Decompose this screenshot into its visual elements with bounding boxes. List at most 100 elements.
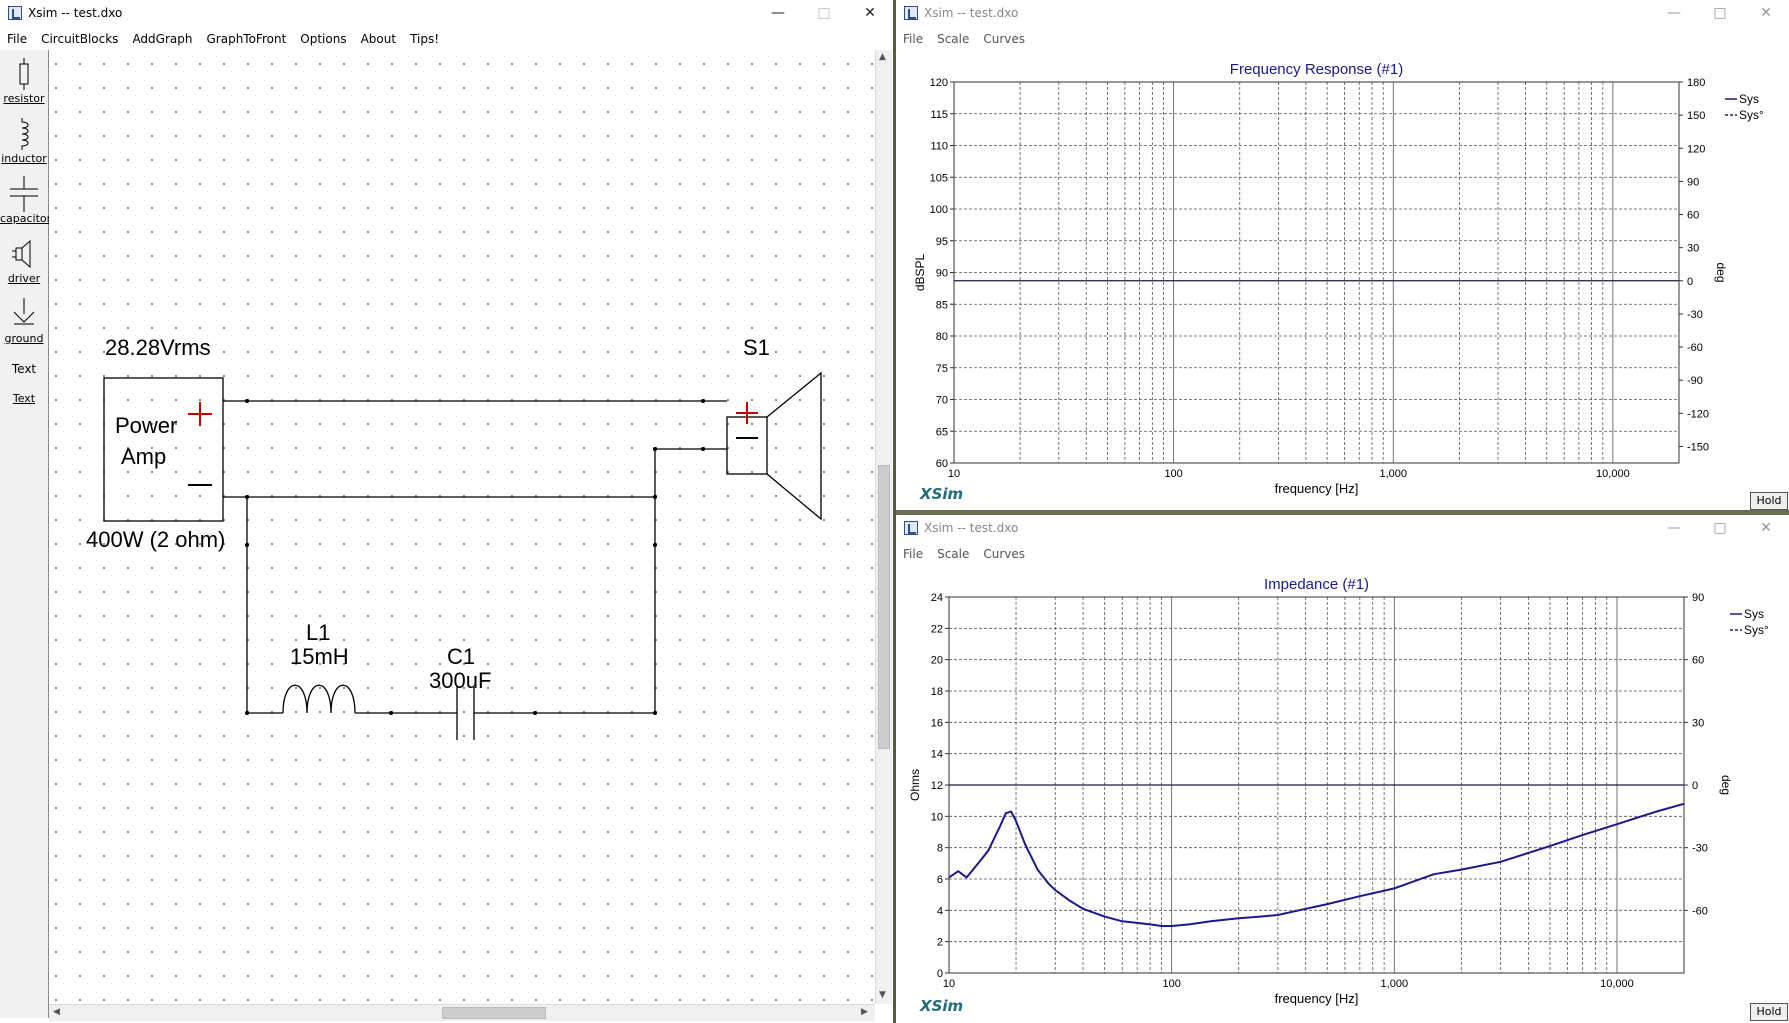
frequency-response-chart: 6065707580859095100105110115120-150-120-… bbox=[913, 61, 1764, 496]
freq-titlebar[interactable]: Xsim -- test.dxo — □ ✕ bbox=[896, 0, 1789, 26]
inductor-tool[interactable]: inductor bbox=[0, 116, 48, 165]
y-tick-label: 6 bbox=[937, 874, 943, 886]
main-menu-graphtofront[interactable]: GraphToFront bbox=[199, 28, 293, 50]
app-icon bbox=[904, 6, 918, 20]
imp-menu-file[interactable]: File bbox=[896, 543, 930, 565]
minimize-button[interactable]: — bbox=[1651, 0, 1697, 26]
horizontal-scrollbar[interactable]: ◀ ▶ bbox=[49, 1004, 875, 1021]
ground-label: ground bbox=[4, 332, 44, 345]
y2-tick-label: 180 bbox=[1687, 77, 1705, 89]
ground-tool[interactable]: ground bbox=[0, 296, 48, 345]
amp-voltage-label: 28.28Vrms bbox=[105, 335, 211, 360]
maximize-button[interactable]: □ bbox=[1697, 515, 1743, 541]
y2-tick-label: -30 bbox=[1692, 843, 1708, 855]
speaker-label: S1 bbox=[743, 335, 770, 360]
x-tick-label: 1,000 bbox=[1381, 978, 1409, 990]
window-title: Xsim -- test.dxo bbox=[924, 521, 1019, 535]
x-tick-label: 10,000 bbox=[1600, 978, 1634, 990]
y-tick-label: 18 bbox=[931, 686, 943, 698]
app-icon bbox=[904, 521, 918, 535]
hold-button[interactable]: Hold bbox=[1750, 1003, 1788, 1021]
y-tick-label: 90 bbox=[936, 268, 948, 280]
freq-menubar: File Scale Curves bbox=[896, 28, 1789, 50]
maximize-button[interactable]: □ bbox=[1697, 0, 1743, 26]
resistor-icon bbox=[19, 58, 29, 90]
main-menu-circuitblocks[interactable]: CircuitBlocks bbox=[34, 28, 125, 50]
window-title: Xsim -- test.dxo bbox=[924, 6, 1019, 20]
y-tick-label: 20 bbox=[931, 655, 943, 667]
main-menu-tips[interactable]: Tips! bbox=[403, 28, 446, 50]
close-button[interactable]: ✕ bbox=[847, 0, 893, 26]
imp-menu-scale[interactable]: Scale bbox=[930, 543, 976, 565]
y-tick-label: 60 bbox=[936, 458, 948, 470]
y-tick-label: 65 bbox=[936, 426, 948, 438]
y-tick-label: 120 bbox=[930, 77, 948, 89]
y-tick-label: 100 bbox=[930, 204, 948, 216]
y-tick-label: 4 bbox=[937, 905, 943, 917]
amp-name-line2: Amp bbox=[121, 444, 166, 469]
y-tick-label: 16 bbox=[931, 717, 943, 729]
y2-tick-label: 30 bbox=[1687, 243, 1699, 255]
close-button[interactable]: ✕ bbox=[1743, 0, 1789, 26]
y2-tick-label: 0 bbox=[1692, 780, 1698, 792]
y-tick-label: 8 bbox=[937, 843, 943, 855]
y-tick-label: 75 bbox=[936, 363, 948, 375]
capacitor-name: C1 bbox=[447, 644, 475, 669]
minimize-button[interactable]: — bbox=[1651, 515, 1697, 541]
freq-menu-curves[interactable]: Curves bbox=[976, 28, 1032, 50]
y2-tick-label: -60 bbox=[1692, 905, 1708, 917]
horizontal-scroll-thumb[interactable] bbox=[442, 1007, 546, 1019]
freq-menu-scale[interactable]: Scale bbox=[930, 28, 976, 50]
xsim-brand: XSim bbox=[920, 997, 964, 1015]
y2-tick-label: 60 bbox=[1692, 655, 1704, 667]
speaker-s1-magnet bbox=[726, 416, 768, 475]
scroll-right-icon[interactable]: ▶ bbox=[861, 1007, 868, 1017]
main-menu-about[interactable]: About bbox=[354, 28, 403, 50]
y2-tick-label: -60 bbox=[1687, 342, 1703, 354]
legend-entry: Sys° bbox=[1739, 108, 1764, 122]
text-label: Text bbox=[12, 392, 36, 405]
y-tick-label: 12 bbox=[931, 780, 943, 792]
schematic-canvas[interactable]: 28.28Vrms Power Amp 400W (2 ohm) S1 L1 1… bbox=[49, 50, 875, 1004]
imp-menu-curves[interactable]: Curves bbox=[976, 543, 1032, 565]
impedance-window: Xsim -- test.dxo — □ ✕ File Scale Curves 0… bbox=[896, 515, 1789, 1023]
y2-tick-label: 120 bbox=[1687, 143, 1705, 155]
main-menu-file[interactable]: File bbox=[0, 28, 34, 50]
y2-tick-label: 150 bbox=[1687, 110, 1705, 122]
component-toolbox: resistor inductor capacitor driver groun… bbox=[0, 50, 51, 1018]
imp-titlebar[interactable]: Xsim -- test.dxo — □ ✕ bbox=[896, 515, 1789, 541]
resistor-tool[interactable]: resistor bbox=[0, 56, 48, 105]
y-tick-label: 115 bbox=[930, 109, 948, 121]
driver-tool[interactable]: driver bbox=[0, 236, 48, 285]
inductor-label: inductor bbox=[1, 152, 47, 165]
main-menu-options[interactable]: Options bbox=[293, 28, 353, 50]
freq-menu-file[interactable]: File bbox=[896, 28, 930, 50]
text-tool[interactable]: Text Text bbox=[0, 362, 48, 405]
text-icon: Text bbox=[11, 362, 37, 376]
hold-button[interactable]: Hold bbox=[1750, 492, 1788, 510]
ground-icon bbox=[13, 298, 35, 325]
schematic-titlebar[interactable]: Xsim -- test.dxo — □ ✕ bbox=[0, 0, 893, 26]
main-menu-addgraph[interactable]: AddGraph bbox=[125, 28, 199, 50]
speaker-s1-cone bbox=[766, 371, 822, 521]
y2-axis-label: deg bbox=[1714, 262, 1728, 282]
y-tick-label: 105 bbox=[930, 172, 948, 184]
vertical-scrollbar[interactable]: ▲ ▼ bbox=[875, 50, 892, 1004]
scroll-up-icon[interactable]: ▲ bbox=[879, 52, 886, 62]
minimize-button[interactable]: — bbox=[755, 0, 801, 26]
capacitor-tool[interactable]: capacitor bbox=[0, 176, 51, 225]
inductor-icon bbox=[21, 118, 29, 150]
close-button[interactable]: ✕ bbox=[1743, 515, 1789, 541]
circuit-drawing: 28.28Vrms Power Amp 400W (2 ohm) S1 L1 1… bbox=[86, 335, 822, 740]
y2-tick-label: 30 bbox=[1692, 717, 1704, 729]
y2-tick-label: -120 bbox=[1687, 408, 1709, 420]
driver-label: driver bbox=[7, 272, 41, 285]
scroll-down-icon[interactable]: ▼ bbox=[879, 990, 886, 1000]
y2-tick-label: -30 bbox=[1687, 309, 1703, 321]
x-tick-label: 1,000 bbox=[1379, 468, 1407, 480]
scroll-left-icon[interactable]: ◀ bbox=[53, 1007, 60, 1017]
vertical-scroll-thumb[interactable] bbox=[878, 465, 890, 749]
x-tick-label: 10,000 bbox=[1596, 468, 1630, 480]
x-tick-label: 10 bbox=[943, 978, 955, 990]
maximize-button[interactable]: □ bbox=[801, 0, 847, 26]
